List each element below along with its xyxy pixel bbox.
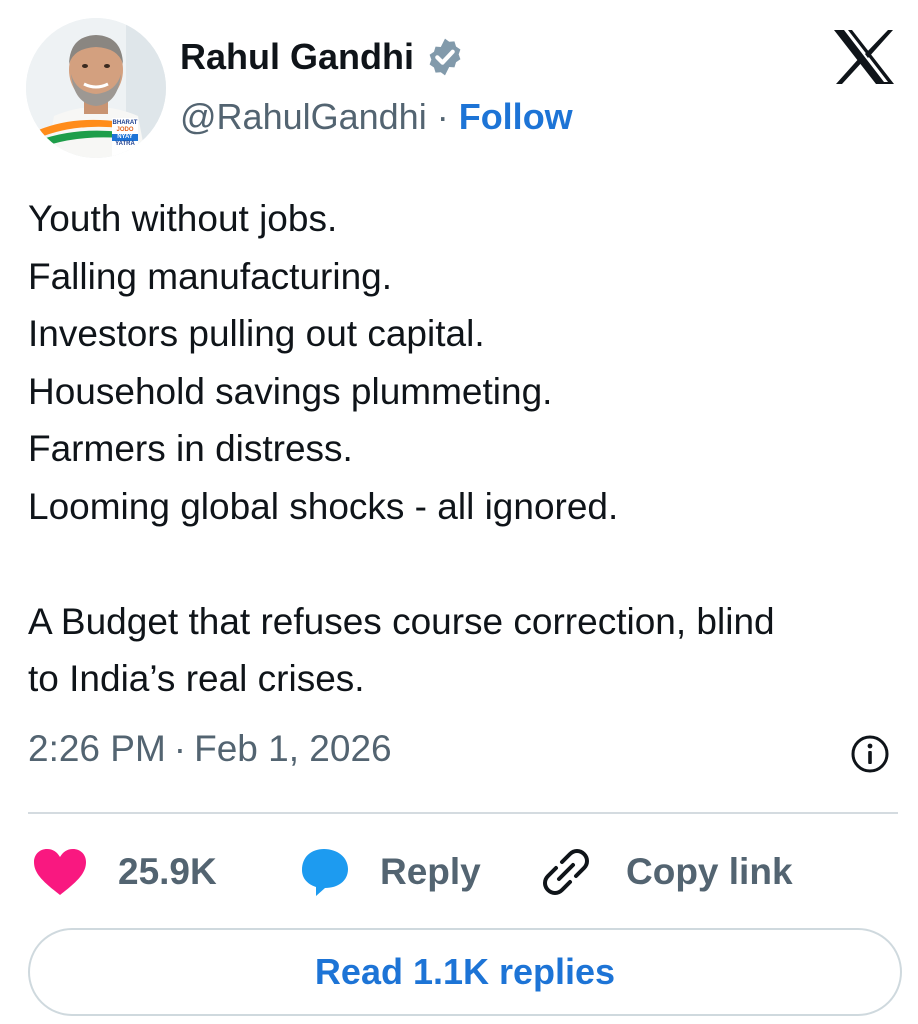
info-icon[interactable] [850,734,890,774]
tweet-timestamp[interactable]: 2:26 PM · Feb 1, 2026 [28,728,392,770]
heart-icon [34,849,86,895]
divider [28,812,898,814]
author-name[interactable]: Rahul Gandhi [180,36,414,78]
link-icon [543,849,589,895]
tweet-date: Feb 1, 2026 [194,728,392,769]
tweet-line: Looming global shocks - all ignored. [28,485,619,527]
timestamp-separator: · [173,728,187,769]
handle-separator: · [436,96,449,137]
x-logo-icon[interactable] [832,28,896,86]
reply-label: Reply [380,851,481,892]
tweet-line: Investors pulling out capital. [28,313,485,354]
avatar[interactable]: BHARAT JODO NYAY YATRA [26,18,166,158]
author-handle-row: @RahulGandhi · Follow [180,96,573,138]
tweet-text: Youth without jobs. Falling manufacturin… [28,190,898,708]
tweet-line: Farmers in distress. [28,428,353,469]
author-handle[interactable]: @RahulGandhi [180,96,427,138]
tweet-line: to India’s real crises. [28,658,365,699]
read-replies-button[interactable]: Read 1.1K replies [28,928,902,1016]
tweet-card: BHARAT JODO NYAY YATRA Rahul Gandhi @Rah… [0,0,918,1024]
author-name-row: Rahul Gandhi [180,36,466,78]
reply-button[interactable]: Reply [296,842,481,902]
verified-badge-icon [429,38,461,76]
speech-bubble-icon [302,849,348,896]
tweet-line: Youth without jobs. [28,198,338,239]
copy-link-label: Copy link [626,851,793,892]
tweet-line: Falling manufacturing. [28,255,393,297]
tweet-line: Household savings plummeting. [28,370,553,412]
avatar-badge: BHARAT JODO NYAY YATRA [112,120,138,147]
tweet-line: A Budget that refuses course correction,… [28,600,775,642]
profile-photo-icon [26,18,166,158]
like-button[interactable]: 25.9K [32,842,217,902]
action-bar: 25.9K Reply Copy link [32,842,892,902]
tweet-time: 2:26 PM [28,728,166,769]
like-count: 25.9K [118,851,217,892]
copy-link-button[interactable]: Copy link [540,842,793,902]
follow-button[interactable]: Follow [459,96,573,138]
